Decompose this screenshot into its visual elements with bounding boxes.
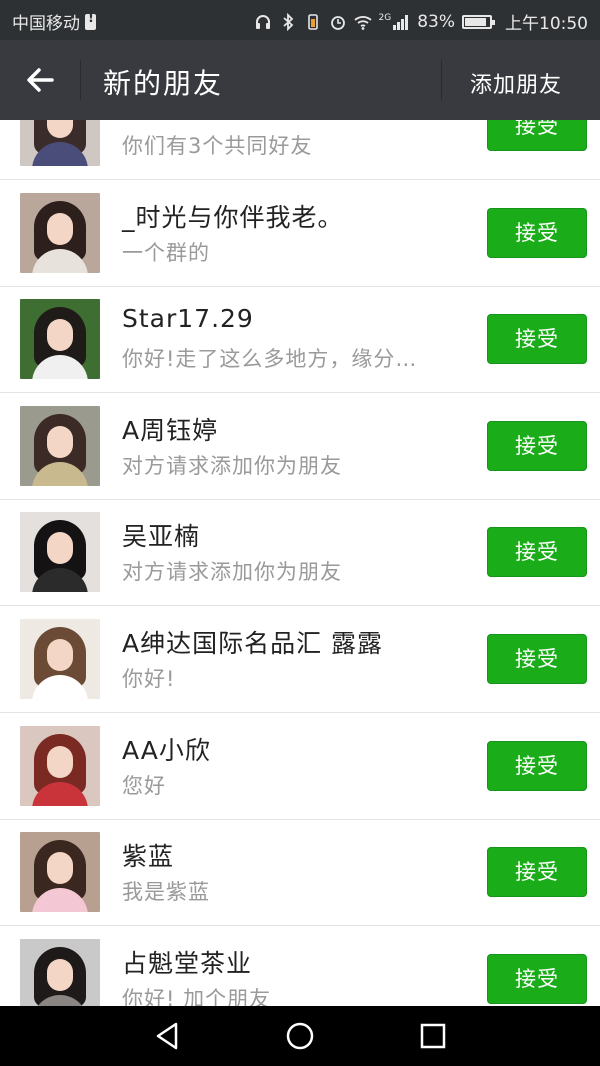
- friend-request-row[interactable]: 紫蓝我是紫蓝 接受: [0, 819, 600, 926]
- page-title: 新的朋友: [103, 67, 224, 100]
- headphone-icon: [255, 14, 270, 29]
- network-type: 2G: [378, 12, 392, 23]
- back-triangle-icon[interactable]: [152, 1020, 184, 1052]
- alarm-icon: [330, 15, 345, 30]
- avatar[interactable]: [20, 299, 100, 379]
- avatar[interactable]: [20, 406, 100, 486]
- avatar[interactable]: [20, 193, 100, 273]
- request-message: 您好: [122, 774, 166, 798]
- sim-alert-icon: [85, 11, 96, 30]
- friend-request-row[interactable]: AA小欣您好 接受: [0, 713, 600, 820]
- friend-request-row[interactable]: 占魁堂茶业你好! 加个朋友 接受: [0, 926, 600, 1006]
- accept-button[interactable]: 接受: [487, 527, 587, 577]
- requester-name: 占魁堂茶业: [122, 949, 253, 978]
- home-circle-icon[interactable]: [284, 1020, 316, 1052]
- requester-name: Star17.29: [122, 304, 254, 333]
- carrier-name: 中国移动: [12, 14, 80, 34]
- accept-button[interactable]: 接受: [487, 208, 587, 258]
- friend-request-row[interactable]: Star17.29 你好!走了这么多地方，缘分… 接受: [0, 286, 600, 393]
- friend-request-list[interactable]: 你们有3个共同好友 接受 _时光与你伴我老。 一个群的 接受 Star17.29 你好!走了…: [0, 120, 600, 1006]
- request-message: 对方请求添加你为朋友: [122, 454, 342, 478]
- title-bar: 新的朋友 添加朋友: [0, 40, 600, 120]
- signal-icon: [393, 14, 409, 30]
- status-icons: 2G 83% 上午10:50: [254, 9, 588, 34]
- accept-button[interactable]: 接受: [487, 120, 587, 151]
- request-message: 你好!走了这么多地方，缘分…: [122, 347, 418, 371]
- accept-button[interactable]: 接受: [487, 634, 587, 684]
- back-arrow-icon[interactable]: [22, 62, 58, 98]
- bluetooth-icon: [282, 12, 293, 31]
- recents-square-icon[interactable]: [417, 1020, 449, 1052]
- requester-name: _时光与你伴我老。: [122, 203, 344, 232]
- request-message: 你好!: [122, 667, 176, 691]
- avatar[interactable]: [20, 832, 100, 912]
- requester-name: A绅达国际名品汇 露露: [122, 629, 384, 658]
- request-message: 你们有3个共同好友: [122, 134, 313, 158]
- carrier-group: 中国移动: [12, 9, 96, 34]
- avatar[interactable]: [20, 619, 100, 699]
- avatar[interactable]: [20, 512, 100, 592]
- avatar[interactable]: [20, 120, 100, 166]
- requester-name: 紫蓝: [122, 842, 175, 871]
- requester-name: A周钰婷: [122, 416, 219, 445]
- title-divider: [80, 60, 81, 100]
- friend-request-row[interactable]: _时光与你伴我老。一个群的 接受: [0, 180, 600, 287]
- add-friend-button[interactable]: 添加朋友: [470, 67, 562, 99]
- battery-percent: 83%: [417, 11, 455, 32]
- accept-button[interactable]: 接受: [487, 741, 587, 791]
- accept-button[interactable]: 接受: [487, 954, 587, 1004]
- requester-name: 吴亚楠: [122, 522, 201, 551]
- request-message: 对方请求添加你为朋友: [122, 560, 342, 584]
- system-nav-bar: [0, 1006, 600, 1066]
- avatar[interactable]: [20, 726, 100, 806]
- request-message: 你好! 加个朋友: [122, 987, 272, 1006]
- status-bar: 中国移动 2G 83% 上午10:50: [0, 0, 600, 40]
- wifi-icon: [353, 15, 372, 30]
- friend-request-row[interactable]: A绅达国际名品汇 露露你好! 接受: [0, 606, 600, 713]
- requester-name: AA小欣: [122, 736, 211, 765]
- request-message: 我是紫蓝: [122, 880, 210, 904]
- request-message: 一个群的: [122, 241, 210, 265]
- action-divider: [441, 60, 442, 100]
- accept-button[interactable]: 接受: [487, 847, 587, 897]
- clock: 上午10:50: [505, 14, 588, 34]
- vibrate-icon: [307, 13, 318, 30]
- accept-button[interactable]: 接受: [487, 314, 587, 364]
- avatar[interactable]: [20, 939, 100, 1006]
- friend-request-row[interactable]: 你们有3个共同好友 接受: [0, 120, 600, 180]
- battery-icon: [462, 14, 495, 29]
- accept-button[interactable]: 接受: [487, 421, 587, 471]
- friend-request-row[interactable]: 吴亚楠对方请求添加你为朋友 接受: [0, 499, 600, 606]
- friend-request-row[interactable]: A周钰婷对方请求添加你为朋友 接受: [0, 393, 600, 500]
